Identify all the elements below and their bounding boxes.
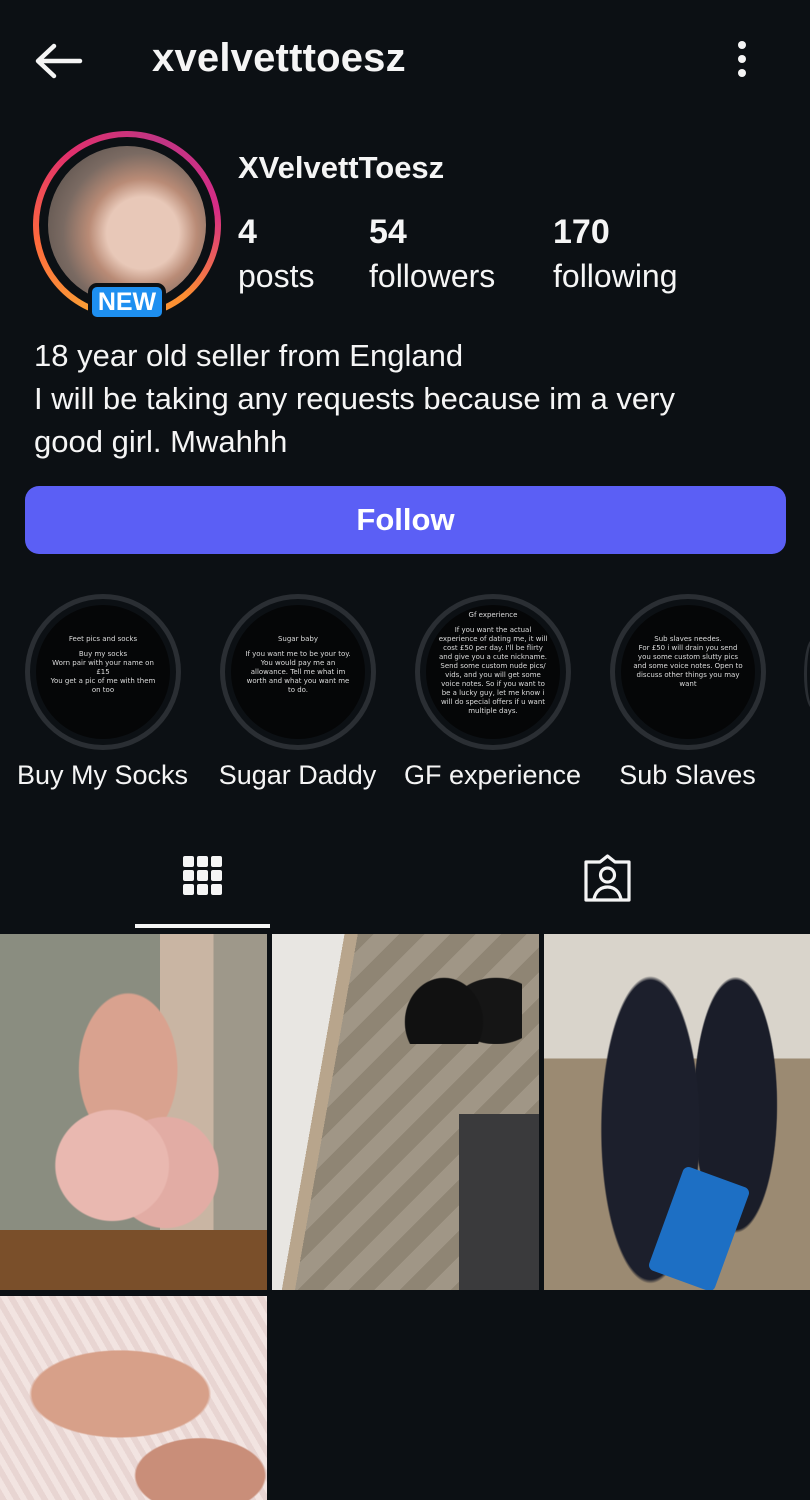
follow-button[interactable]: Follow	[25, 486, 786, 554]
tab-posts-grid[interactable]	[135, 840, 270, 928]
highlight-cover: Feet pics and socks Buy my socks Worn pa…	[36, 605, 170, 739]
highlight-cover: Sub slaves needes. For £50 i will drain …	[621, 605, 755, 739]
active-tab-indicator	[135, 924, 270, 928]
highlight-cover: Sugar baby If you want me to be your toy…	[231, 605, 365, 739]
profile-tabs	[0, 840, 810, 930]
bio-line: good girl. Mwahhh	[34, 424, 288, 459]
following-count: 170	[553, 213, 610, 251]
top-bar: xvelvetttoesz	[0, 0, 810, 120]
post-thumbnail[interactable]	[544, 934, 810, 1290]
stat-followers[interactable]: 54 followers	[369, 210, 495, 298]
back-arrow-icon[interactable]	[30, 38, 90, 84]
profile-picture	[48, 146, 206, 304]
highlight-label: Sugar Daddy	[218, 760, 377, 790]
highlight-label: Buy My Socks	[16, 760, 189, 790]
tab-tagged[interactable]	[540, 840, 675, 928]
grid-icon	[183, 856, 222, 895]
highlight-partial[interactable]	[804, 639, 810, 709]
stat-following[interactable]: 170 following	[553, 210, 678, 298]
tagged-icon	[584, 854, 631, 902]
display-name: XVelvettToesz	[238, 150, 445, 185]
more-options-icon[interactable]	[722, 38, 762, 84]
posts-count: 4	[238, 213, 257, 251]
bio-line: I will be taking any requests because im…	[34, 381, 675, 416]
post-thumbnail[interactable]	[272, 934, 539, 1290]
followers-count: 54	[369, 213, 407, 251]
stat-posts[interactable]: 4 posts	[238, 210, 314, 298]
highlight-label: Sub Slaves	[619, 760, 756, 790]
followers-label: followers	[369, 258, 496, 294]
page-title: xvelvetttoesz	[152, 36, 406, 80]
highlight-label: GF experience	[403, 760, 582, 790]
post-thumbnail[interactable]	[0, 1296, 267, 1500]
bio: 18 year old seller from England I will b…	[34, 334, 774, 463]
new-badge: NEW	[88, 283, 166, 321]
avatar[interactable]: NEW	[33, 131, 221, 321]
following-label: following	[553, 258, 678, 294]
post-thumbnail[interactable]	[0, 934, 267, 1290]
highlight-cover: Gf experience If you want the actual exp…	[426, 605, 560, 739]
posts-label: posts	[238, 258, 315, 294]
bio-line: 18 year old seller from England	[34, 338, 464, 373]
